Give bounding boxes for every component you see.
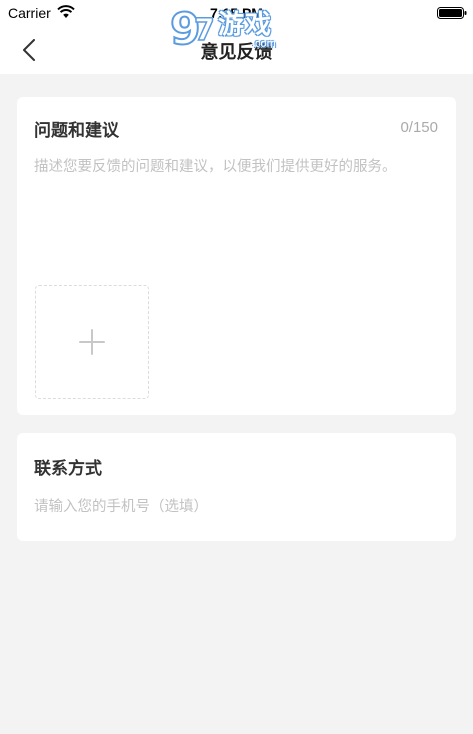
phone-input[interactable] [34, 493, 434, 521]
navigation-bar: 意见反馈 [0, 26, 473, 74]
feedback-textarea[interactable] [34, 157, 424, 277]
feedback-section-title: 问题和建议 [34, 121, 119, 141]
add-image-button[interactable] [35, 285, 149, 399]
plus-icon [79, 329, 105, 355]
character-counter: 0/150 [400, 119, 438, 136]
status-bar: Carrier 7:15 PM [0, 0, 473, 26]
feedback-card: 问题和建议 0/150 [17, 97, 456, 415]
contact-card: 联系方式 [17, 433, 456, 541]
battery-icon [437, 7, 467, 19]
page-title: 意见反馈 [200, 42, 273, 63]
feedback-screen: Carrier 7:15 PM 意见反馈 9 7 游戏 .com 问题和建议 0… [0, 0, 473, 734]
status-time: 7:15 PM [210, 5, 263, 21]
contact-section-title: 联系方式 [34, 459, 102, 479]
